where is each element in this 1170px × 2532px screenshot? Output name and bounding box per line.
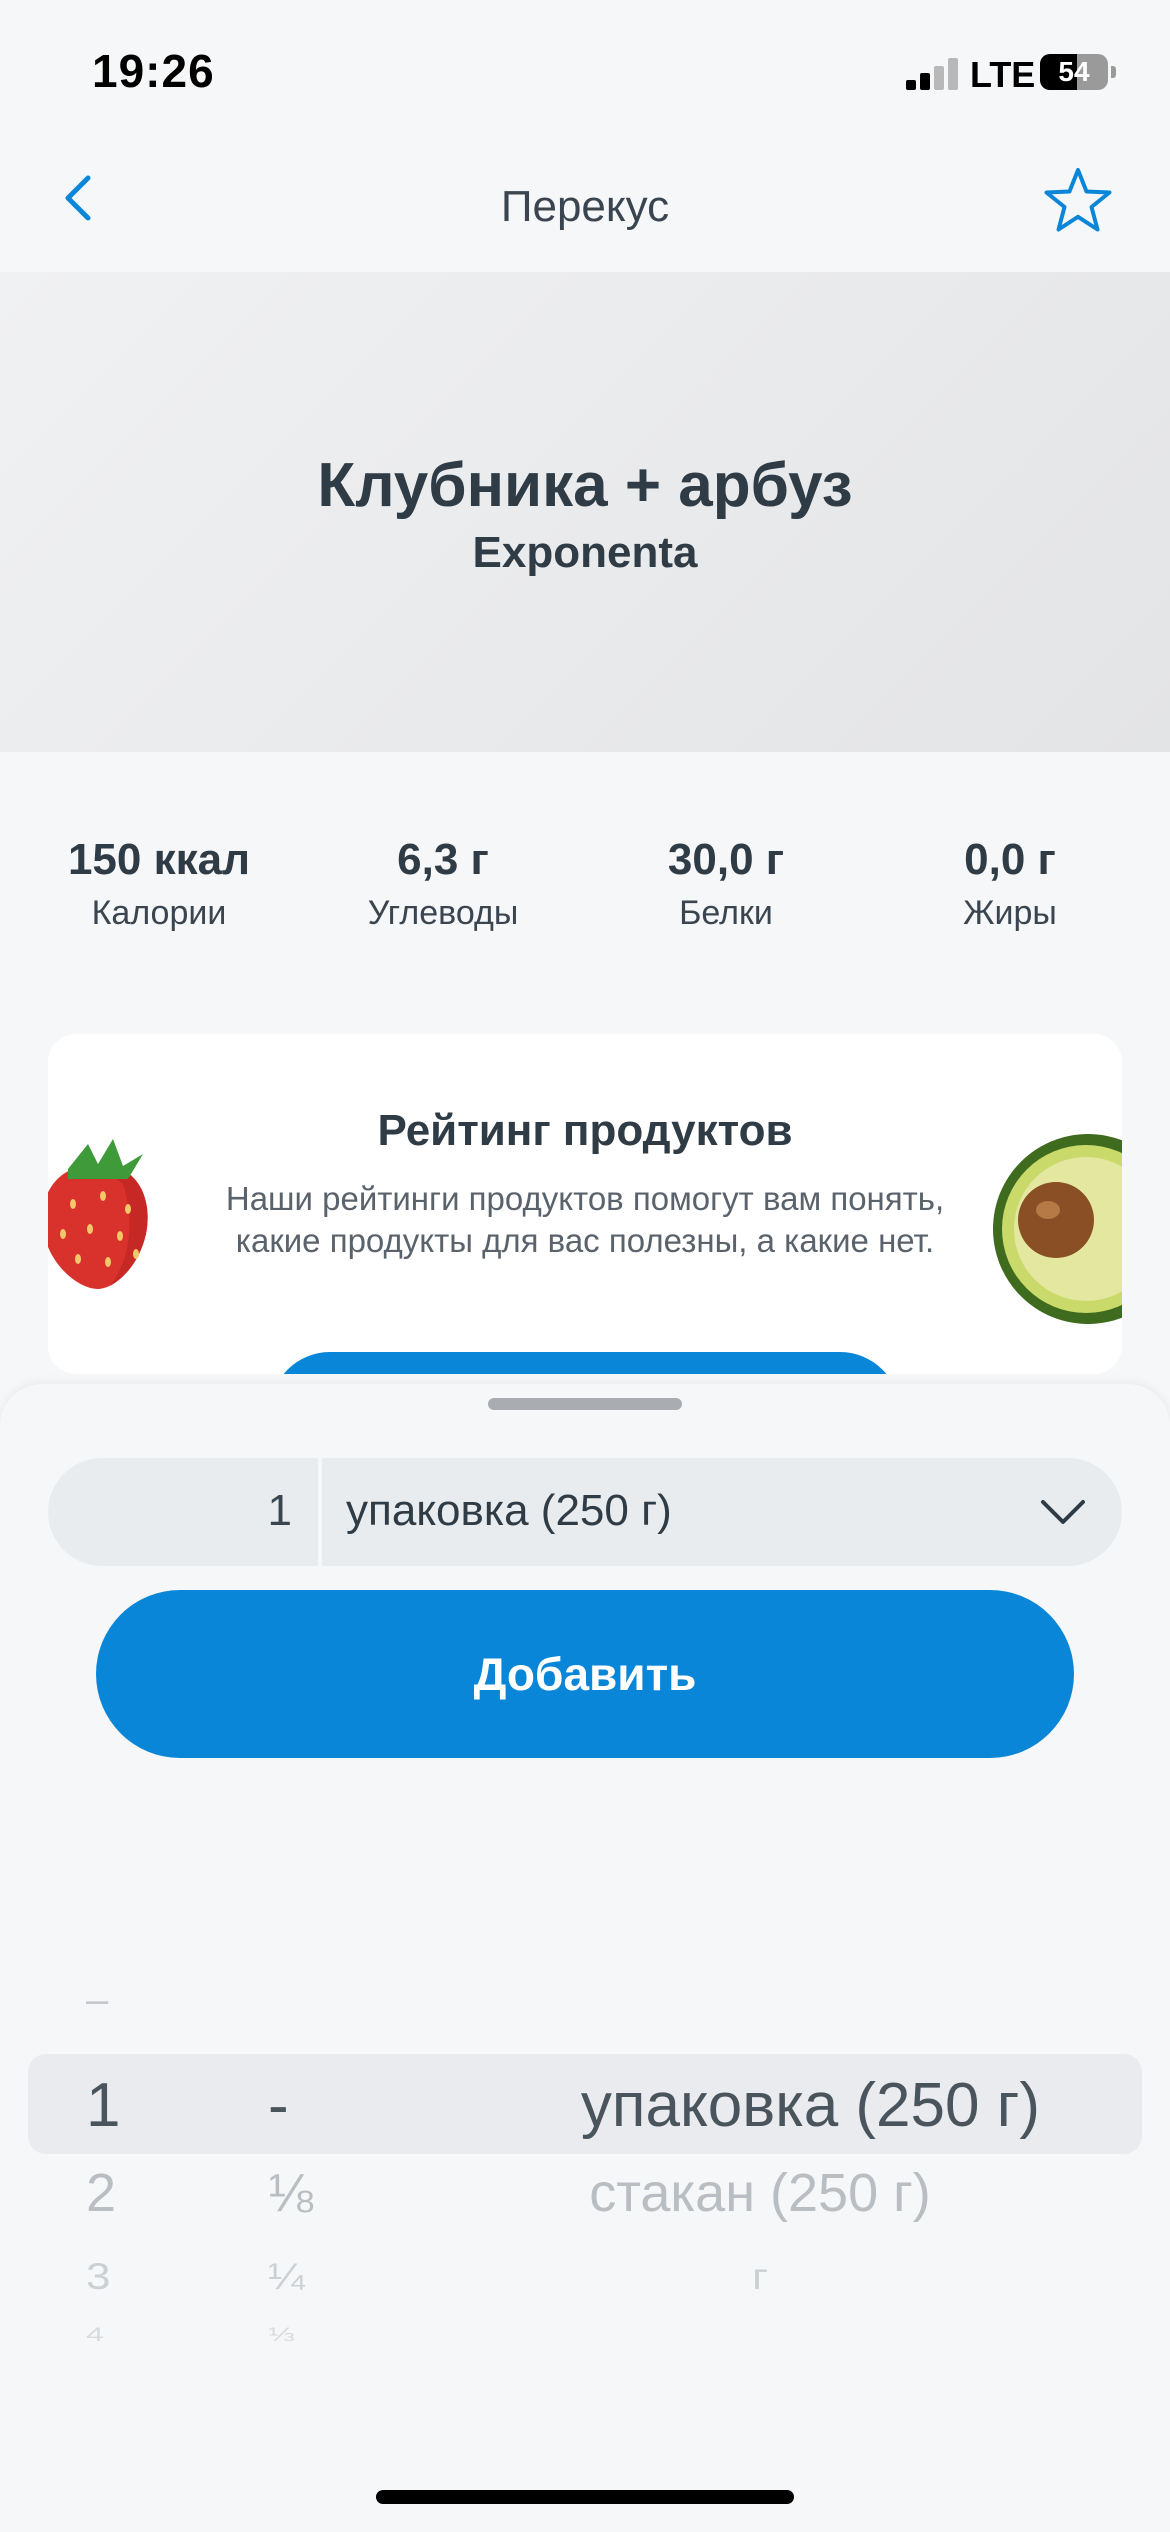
nutrient-label: Калории — [91, 894, 227, 932]
unit-value: упаковка (250 г) — [346, 1486, 672, 1535]
quantity-field[interactable]: 1 — [48, 1458, 318, 1566]
nutrient-fat: 0,0 г Жиры — [864, 830, 1156, 936]
rating-card-title: Рейтинг продуктов — [377, 1106, 793, 1155]
nutrient-protein: 30,0 г Белки — [580, 830, 872, 936]
nutrient-label: Углеводы — [367, 894, 519, 932]
picker-row[interactable]: 4 ⅓ — [0, 2316, 1170, 2356]
serving-picker[interactable]: – 1 - упаковка (250 г) 2 ⅛ стакан (250 г… — [0, 1960, 1170, 2380]
picker-row-selected[interactable]: 1 - упаковка (250 г) — [0, 2058, 1170, 2148]
battery-tip — [1111, 66, 1116, 78]
picker-number: 2 — [86, 2163, 117, 2223]
quantity-value: 1 — [267, 1486, 292, 1535]
nutrient-label: Жиры — [963, 894, 1057, 932]
picker-fraction: - — [268, 2071, 289, 2140]
unit-dropdown[interactable]: упаковка (250 г) — [322, 1458, 1122, 1566]
picker-row-above[interactable]: – — [0, 1978, 1170, 2038]
picker-unit: г — [751, 2255, 769, 2298]
picker-row[interactable]: 3 ¼ г — [0, 2252, 1170, 2308]
nutrient-value: 6,3 г — [397, 835, 489, 884]
nutrient-calories: 150 ккал Калории — [13, 830, 305, 936]
rating-card-button[interactable] — [270, 1352, 900, 1374]
navigation-bar: Перекус — [0, 140, 1170, 270]
nutrient-carbs: 6,3 г Углеводы — [297, 830, 589, 936]
sheet-grabber[interactable] — [488, 1398, 682, 1410]
battery-percent: 54 — [1058, 56, 1090, 87]
product-name: Клубника + арбуз — [317, 451, 853, 520]
picker-unit: упаковка (250 г) — [580, 2071, 1040, 2140]
page-title: Перекус — [500, 182, 670, 231]
nutrient-label: Белки — [679, 894, 773, 932]
network-type: LTE — [970, 54, 1036, 95]
add-button[interactable]: Добавить — [96, 1590, 1074, 1758]
picker-unit: стакан (250 г) — [589, 2163, 931, 2223]
picker-row[interactable]: 2 ⅛ стакан (250 г) — [0, 2162, 1170, 2232]
battery-icon: 54 — [1040, 54, 1108, 90]
picker-number: 4 — [86, 2323, 104, 2345]
star-outline-icon[interactable] — [1040, 164, 1116, 240]
product-brand: Exponenta — [472, 528, 698, 577]
status-bar: 19:26 LTE 54 — [0, 0, 1170, 140]
signal-icon — [906, 58, 958, 90]
food-rating-card: Рейтинг продуктов Наши рейтинги продукто… — [48, 1034, 1122, 1374]
picker-fraction: ⅛ — [268, 2163, 314, 2223]
nutrient-value: 150 ккал — [67, 835, 251, 884]
picker-fraction: ⅓ — [268, 2323, 295, 2345]
picker-fraction: ¼ — [268, 2255, 305, 2298]
rating-card-text: Наши рейтинги продуктов помогут вам поня… — [225, 1180, 945, 1259]
product-header: Клубника + арбуз Exponenta — [0, 272, 1170, 752]
nutrient-value: 0,0 г — [964, 835, 1056, 884]
chevron-down-icon — [1041, 1500, 1085, 1524]
nutrient-value: 30,0 г — [667, 835, 785, 884]
home-indicator[interactable] — [376, 2490, 794, 2504]
picker-number: 3 — [86, 2255, 111, 2298]
picker-number: 1 — [86, 2071, 121, 2140]
status-time: 19:26 — [92, 45, 215, 97]
avocado-illustration — [993, 1134, 1122, 1324]
nutrient-summary: 150 ккал Калории 6,3 г Углеводы 30,0 г Б… — [0, 830, 1170, 940]
picker-number: – — [86, 1978, 109, 2022]
